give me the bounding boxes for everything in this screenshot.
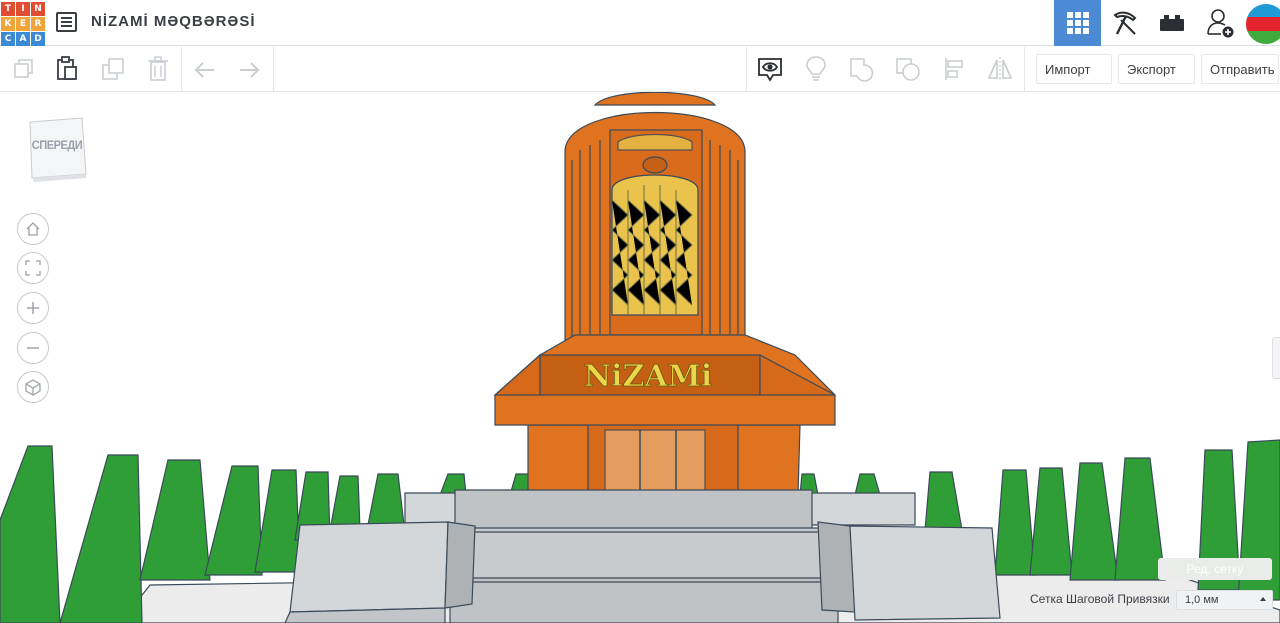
copy-icon: [14, 59, 33, 78]
ungroup-icon: [896, 58, 920, 81]
tinkercad-logo[interactable]: T I N K E R C A D: [0, 1, 45, 46]
lightbulb-icon: [806, 56, 826, 81]
snap-grid-label: Сетка Шаговой Привязки: [1030, 592, 1170, 606]
delete-icon: [148, 56, 168, 81]
chevron-up-icon: [1260, 597, 1266, 601]
top-bar: T I N K E R C A D NİZAMİ MƏQBƏRƏSİ: [0, 0, 1280, 46]
snap-grid-select[interactable]: 1,0 мм: [1176, 590, 1273, 610]
home-view-button[interactable]: [17, 213, 49, 245]
send-button[interactable]: Отправить: [1201, 54, 1279, 84]
edit-grid-button[interactable]: Ред. сетку: [1158, 558, 1272, 580]
mirror-icon: [987, 57, 1013, 81]
paste-button[interactable]: [52, 55, 82, 83]
nizami-inscription: NiZAMi: [584, 359, 713, 394]
align-button[interactable]: [939, 55, 969, 83]
duplicate-button[interactable]: [98, 55, 128, 83]
ortho-view-icon: [25, 379, 41, 396]
panel-collapse-handle[interactable]: [1272, 337, 1280, 379]
show-hide-icon: [758, 58, 782, 82]
snap-grid-value: 1,0 мм: [1185, 594, 1219, 606]
zoom-in-icon: [27, 302, 39, 314]
align-icon: [945, 58, 963, 80]
logo-letter: R: [31, 17, 45, 31]
redo-button[interactable]: [234, 55, 264, 83]
user-avatar[interactable]: [1246, 4, 1280, 44]
logo-letter: I: [16, 2, 30, 16]
show-hide-button[interactable]: [755, 55, 785, 83]
logo-letter: C: [1, 32, 15, 46]
logo-letter: T: [1, 2, 15, 16]
lightbulb-button[interactable]: [801, 55, 831, 83]
home-view-icon: [26, 222, 40, 236]
edit-toolbar: Импорт Экспорт Отправить: [0, 47, 1280, 92]
zoom-in-button[interactable]: [17, 292, 49, 324]
pickaxe-icon: [1112, 11, 1136, 35]
invite-user-button[interactable]: [1196, 0, 1243, 46]
mausoleum-collar: NiZAMi: [493, 334, 836, 426]
design-title[interactable]: NİZAMİ MƏQBƏRƏSİ: [91, 13, 256, 30]
logo-letter: K: [1, 17, 15, 31]
fit-view-icon: [25, 260, 41, 276]
mirror-button[interactable]: [985, 55, 1015, 83]
delete-button[interactable]: [143, 55, 173, 83]
ungroup-button[interactable]: [893, 55, 923, 83]
group-button[interactable]: [847, 55, 877, 83]
stone-block-left: [284, 521, 476, 623]
add-user-icon: [1206, 9, 1233, 38]
codeblocks-view-button[interactable]: [1101, 0, 1148, 46]
duplicate-icon: [102, 58, 124, 80]
copy-button[interactable]: [8, 55, 38, 83]
import-button[interactable]: Импорт: [1036, 54, 1112, 84]
logo-letter: D: [31, 32, 45, 46]
paste-icon: [57, 56, 77, 80]
model-scene[interactable]: NiZAMi: [0, 92, 1280, 623]
tinkercad-app: T I N K E R C A D NİZAMİ MƏQBƏRƏSİ Импор…: [0, 0, 1280, 623]
logo-letter: E: [16, 17, 30, 31]
ortho-view-button[interactable]: [17, 371, 49, 403]
3d-workplane-viewport[interactable]: NiZAMi СПЕРЕДИ: [0, 92, 1280, 623]
zoom-out-button[interactable]: [17, 332, 49, 364]
fit-view-button[interactable]: [17, 252, 49, 284]
grid-icon: [1066, 12, 1089, 34]
group-icon: [850, 58, 874, 82]
3d-design-view-button[interactable]: [1054, 0, 1101, 46]
undo-icon: [194, 62, 214, 78]
mausoleum-tower: [564, 92, 746, 341]
export-button[interactable]: Экспорт: [1118, 54, 1195, 84]
bricks-view-button[interactable]: [1148, 0, 1195, 46]
logo-letter: N: [31, 2, 45, 16]
view-cube-front-label[interactable]: СПЕРЕДИ: [30, 138, 83, 152]
undo-button[interactable]: [190, 55, 220, 83]
brick-icon: [1159, 15, 1184, 31]
zoom-out-icon: [27, 347, 39, 349]
design-list-icon[interactable]: [56, 12, 77, 32]
stone-block-right: [817, 521, 1001, 621]
logo-letter: A: [16, 32, 30, 46]
redo-icon: [240, 62, 260, 78]
